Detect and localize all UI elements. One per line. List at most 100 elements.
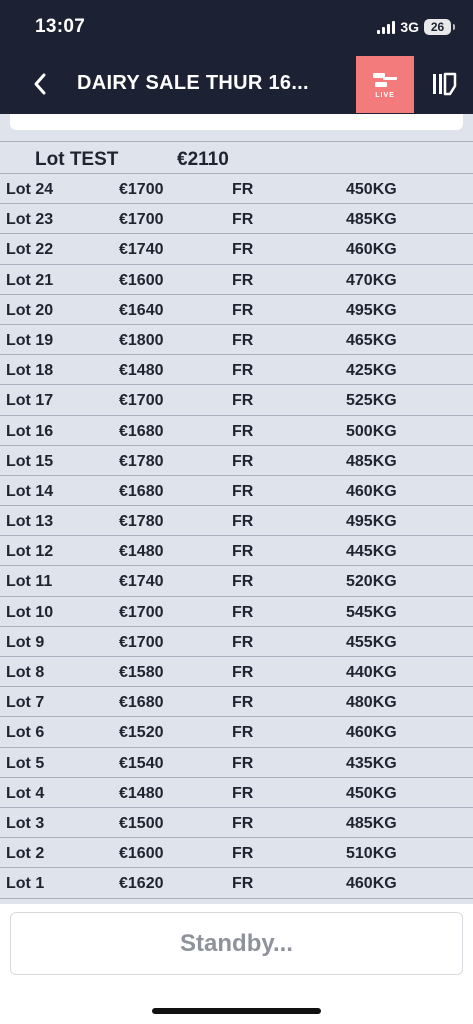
lot-weight: 485KG [346, 452, 397, 470]
lot-price: €1700 [119, 633, 164, 651]
lot-price: €1620 [119, 875, 164, 893]
table-row[interactable]: Lot 7 €1680 FR 480KG [0, 687, 473, 718]
lot-weight: 425KG [346, 362, 397, 380]
table-row[interactable]: Lot 12 €1480 FR 445KG [0, 536, 473, 567]
lot-weight: 470KG [346, 271, 397, 289]
table-row[interactable]: Lot 10 €1700 FR 545KG [0, 597, 473, 627]
lot-price: €1780 [119, 513, 164, 531]
lot-list[interactable]: Lot 24 €1700 FR 450KG Lot 23 €1700 FR 485KG Lot … [0, 174, 473, 899]
table-row[interactable]: Lot 2 €1600 FR 510KG [0, 838, 473, 869]
lot-type: FR [232, 664, 254, 681]
lot-type: FR [232, 422, 254, 440]
table-row[interactable]: Lot 6 €1520 FR 460KG [0, 717, 473, 748]
lot-price: €1640 [119, 301, 164, 319]
live-auction-button[interactable]: LIVE [356, 56, 414, 113]
lot-price: €1700 [119, 392, 164, 410]
lot-weight: 450KG [346, 181, 397, 198]
lot-weight: 495KG [346, 301, 397, 319]
table-row[interactable]: Lot 3 €1500 FR 485KG [0, 808, 473, 839]
table-row[interactable]: Lot 4 €1480 FR 450KG [0, 778, 473, 808]
lot-price: €1700 [119, 211, 164, 229]
lot-number: Lot 6 [6, 724, 45, 742]
lot-number: Lot 2 [6, 845, 45, 863]
lot-number: Lot 24 [6, 181, 54, 198]
network-type: 3G [400, 19, 419, 35]
lot-weight: 495KG [346, 513, 397, 531]
lot-list-button[interactable] [425, 65, 463, 103]
lot-type: FR [232, 573, 254, 591]
lot-type: FR [232, 482, 254, 500]
lot-price: €1480 [119, 362, 164, 380]
lot-weight: 460KG [346, 482, 397, 500]
lot-price: €1700 [119, 603, 164, 621]
lot-number: Lot 23 [6, 211, 54, 229]
table-row[interactable]: Lot 5 €1540 FR 435KG [0, 748, 473, 778]
lot-price: €1680 [119, 694, 164, 712]
table-row[interactable]: Lot 16 €1680 FR 500KG [0, 416, 473, 446]
back-button[interactable] [20, 67, 60, 101]
nav-bar: DAIRY SALE THUR 16... LIVE [0, 55, 473, 114]
lot-type: FR [232, 271, 254, 289]
page-title: DAIRY SALE THUR 16... [77, 72, 309, 94]
table-row[interactable]: Lot 15 €1780 FR 485KG [0, 446, 473, 476]
lot-weight: 525KG [346, 392, 397, 410]
lot-number: Lot 22 [6, 241, 54, 259]
lot-type: FR [232, 603, 254, 621]
lot-number: Lot 16 [6, 422, 54, 440]
table-row[interactable]: Lot 17 €1700 FR 525KG [0, 385, 473, 416]
lot-weight: 465KG [346, 331, 397, 349]
lot-price: €1740 [119, 573, 164, 591]
current-lot-price: €2110 [177, 149, 229, 170]
lot-type: FR [232, 694, 254, 712]
table-row[interactable]: Lot 24 €1700 FR 450KG [0, 174, 473, 205]
table-row[interactable]: Lot 18 €1480 FR 425KG [0, 355, 473, 386]
table-row[interactable]: Lot 14 €1680 FR 460KG [0, 476, 473, 507]
lot-type: FR [232, 845, 254, 863]
live-label: LIVE [375, 92, 395, 99]
lot-type: FR [232, 452, 254, 470]
lot-number: Lot 18 [6, 362, 54, 380]
lot-type: FR [232, 633, 254, 651]
search-field[interactable] [10, 114, 463, 130]
lot-price: €1600 [119, 845, 164, 863]
lot-number: Lot 3 [6, 814, 45, 832]
lot-price: €1600 [119, 271, 164, 289]
current-lot-name: Lot TEST [35, 149, 119, 170]
table-row[interactable]: Lot 22 €1740 FR 460KG [0, 234, 473, 265]
lot-weight: 485KG [346, 211, 397, 229]
table-row[interactable]: Lot 8 €1580 FR 440KG [0, 657, 473, 688]
lot-weight: 450KG [346, 784, 397, 802]
lot-weight: 500KG [346, 422, 397, 440]
battery-icon: 26 [424, 19, 455, 35]
lot-weight: 440KG [346, 664, 397, 681]
status-time: 13:07 [35, 16, 86, 37]
table-row[interactable]: Lot 9 €1700 FR 455KG [0, 627, 473, 657]
lot-number: Lot 1 [6, 875, 45, 893]
lot-price: €1580 [119, 664, 164, 681]
table-row[interactable]: Lot 20 €1640 FR 495KG [0, 295, 473, 325]
lot-number: Lot 20 [6, 301, 54, 319]
lot-price: €1800 [119, 331, 164, 349]
table-row[interactable]: Lot 13 €1780 FR 495KG [0, 506, 473, 537]
lot-type: FR [232, 784, 254, 802]
lot-price: €1680 [119, 422, 164, 440]
lot-results-panel: Lot TEST €2110 Lot 24 €1700 FR 450KG Lot 23 €… [0, 114, 473, 904]
lot-weight: 460KG [346, 724, 397, 742]
table-row[interactable]: Lot 1 €1620 FR 460KG [0, 868, 473, 899]
table-row[interactable]: Lot 21 €1600 FR 470KG [0, 265, 473, 295]
lot-number: Lot 12 [6, 543, 54, 561]
lot-weight: 510KG [346, 845, 397, 863]
lot-weight: 445KG [346, 543, 397, 561]
table-row[interactable]: Lot 11 €1740 FR 520KG [0, 566, 473, 597]
table-row[interactable]: Lot 23 €1700 FR 485KG [0, 204, 473, 235]
table-row[interactable]: Lot 19 €1800 FR 465KG [0, 325, 473, 356]
lot-price: €1740 [119, 241, 164, 259]
lot-price: €1680 [119, 482, 164, 500]
standby-button[interactable]: Standby... [10, 912, 463, 975]
lot-type: FR [232, 181, 254, 198]
lot-type: FR [232, 754, 254, 772]
status-bar: 13:07 3G 26 [0, 0, 473, 55]
lot-number: Lot 9 [6, 633, 45, 651]
lot-number: Lot 10 [6, 603, 54, 621]
lot-weight: 545KG [346, 603, 397, 621]
